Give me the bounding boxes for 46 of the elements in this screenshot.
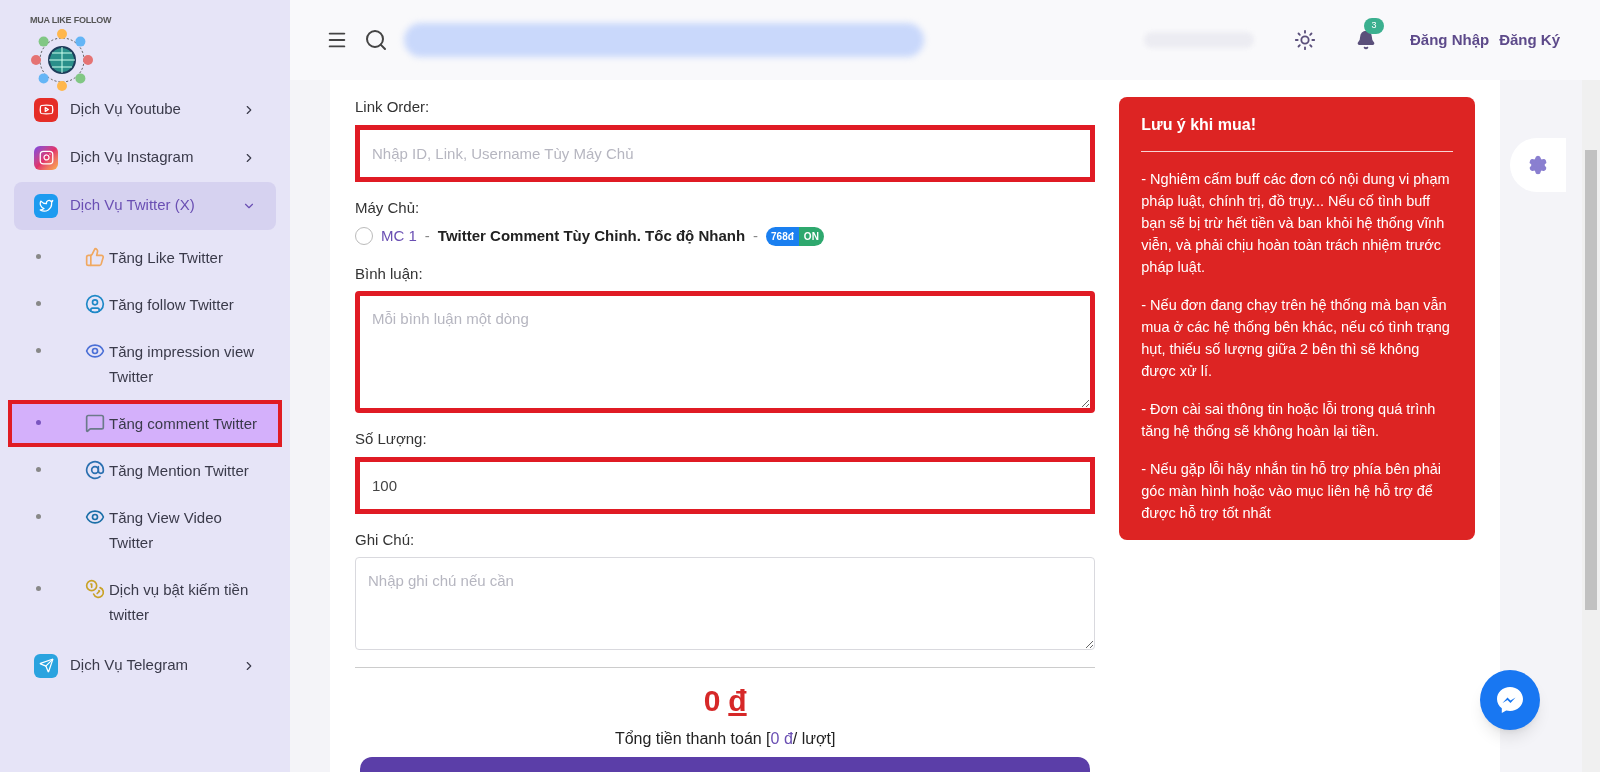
auth-link[interactable]: Đăng Ký [1499,28,1560,52]
field-label: Số Lượng: [355,429,428,449]
sidebar-subitem[interactable]: Tăng follow Twitter [8,280,282,328]
field-label: Ghi Chú: [355,529,416,550]
server-code: MC 1 [381,226,417,246]
sidebar-item[interactable]: Dịch Vụ Instagram [14,133,276,182]
notice-paragraph: - Đơn cài sai thông tin hoặc lỗi trong quá trình tăng hệ thống sẽ không hoàn lại tiền. [1141,400,1437,441]
sidebar-subitem[interactable]: Tăng comment Twitter [8,399,282,447]
total-suffix: / lượt] [792,729,836,749]
sidebar-item[interactable]: Dịch Vụ Twitter (X) [14,181,276,230]
sidebar-subitem-label: Tăng Mention Twitter [109,460,250,481]
field-label: Bình luận: [355,263,424,284]
separator-dash: - [424,226,430,246]
notification-count: 3 [1364,18,1384,34]
sidebar-subitem-label: Tăng View Video Twitter [109,507,223,553]
field-label: Máy Chủ: [355,197,421,218]
price-badge: 768đ [766,226,799,246]
notice-title: Lưu ý khi mua! [1141,113,1453,152]
brand-name: MUA LIKE FOLLOW [30,14,112,27]
sidebar-subitem-label: Tăng Like Twitter [109,247,224,268]
total-amount: 0 [703,683,721,719]
status-badge: ON [798,226,824,246]
notice-paragraph: - Nếu gặp lỗi hãy nhắn tin hỗ trợ phía bên phải góc màn hình hoặc vào mục liên hệ hỗ trợ để được hỗ trợ tốt nhất [1141,460,1442,523]
unit-price: 0 đ [770,729,793,749]
sidebar-subitem[interactable]: Tăng impression view Twitter [8,327,282,400]
field-label: Link Order: [355,97,431,117]
notice-paragraph: - Nghiêm cấm buff các đơn có nội dung vi phạm pháp luật, chính trị, đồ trụy... Nếu cố tình buff bạn sẽ bị trừ hết tiền và ban khỏi hệ thống vĩnh viễn, và phải chịu hoàn toàn trách nhiệm trước pháp luật. [1141,170,1451,277]
text-area[interactable]: Mỗi bình luận một dòng [355,291,1096,413]
text-field[interactable]: 100 [355,456,1096,514]
sidebar-subitem-label: Tăng comment Twitter [109,413,259,434]
sidebar-subitem-label: Tăng impression view Twitter [109,341,256,387]
sidebar-subitem[interactable]: Tăng Like Twitter [8,233,282,281]
sidebar-item[interactable]: Dịch Vụ Telegram [14,641,276,690]
sidebar-subitem[interactable]: Tăng Mention Twitter [8,446,282,494]
currency-sign: đ [728,683,747,719]
separator-dash: - [753,226,759,246]
server-name: Twitter Comment Tùy Chỉnh. Tốc độ Nhanh [437,226,746,246]
sidebar-subitem[interactable]: Dịch vụ bật kiếm tiền twitter [8,565,282,638]
sidebar-subitem-label: Dịch vụ bật kiếm tiền twitter [109,579,250,625]
auth-link[interactable]: Đăng Nhập [1410,28,1490,52]
sidebar-subitem[interactable]: Tăng View Video Twitter [8,493,282,566]
notice-paragraph: - Nếu đơn đang chạy trên hệ thống mà bạn vẫn mua ở các hệ thống bên khác, nếu có tình trạng hụt, thiếu số lượng giữa 2 bên thì sẽ không được xử lí. [1141,296,1451,381]
sidebar-subitem-label: Tăng follow Twitter [109,294,235,315]
sidebar-item[interactable]: Dịch Vụ Youtube [14,85,276,134]
text-field[interactable]: Nhập ID, Link, Username Tùy Máy Chủ [355,124,1096,182]
total-label: Tổng tiền thanh toán [ [614,729,771,749]
